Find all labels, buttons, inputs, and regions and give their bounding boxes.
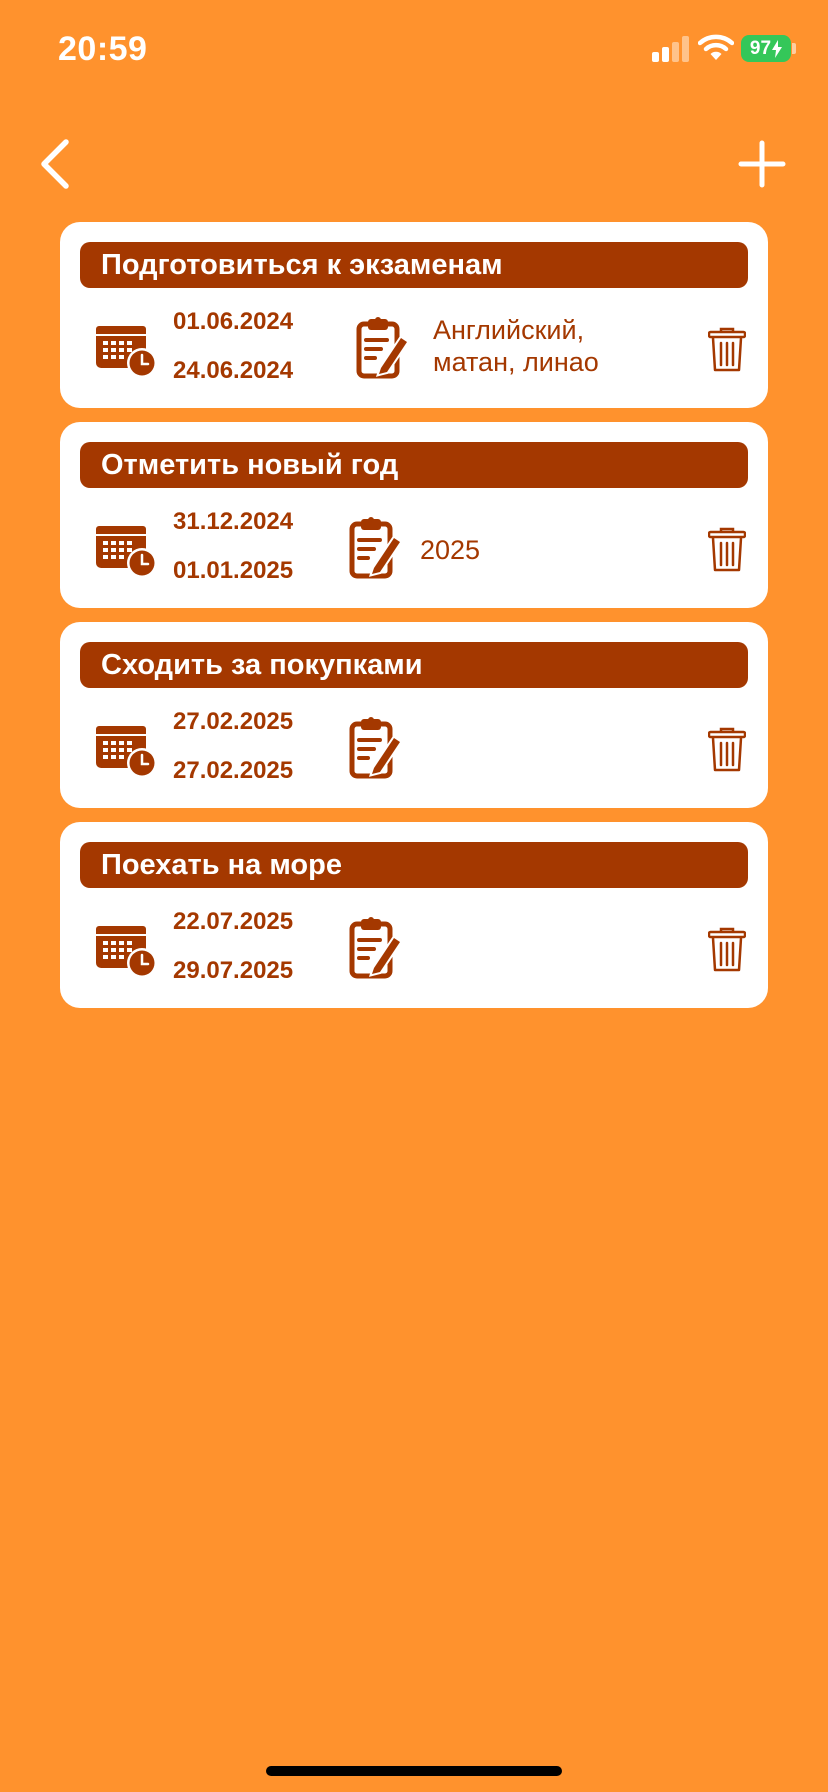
task-note: 2025 bbox=[420, 534, 480, 566]
task-title[interactable]: Поехать на море bbox=[80, 842, 748, 888]
battery-indicator: 97 bbox=[741, 35, 791, 62]
task-title[interactable]: Сходить за покупками bbox=[80, 642, 748, 688]
status-bar: 20:59 97 bbox=[0, 0, 828, 100]
calendar-clock-icon bbox=[96, 326, 157, 378]
end-date: 01.01.2025 bbox=[173, 557, 294, 584]
task-card[interactable]: Подготовиться к экзаменам 01.06.2024 24.… bbox=[60, 222, 768, 408]
cellular-signal-icon bbox=[652, 36, 689, 62]
status-time: 20:59 bbox=[58, 30, 148, 68]
clipboard-edit-icon bbox=[349, 517, 402, 579]
start-date: 27.02.2025 bbox=[173, 708, 294, 735]
calendar-clock-icon bbox=[96, 926, 157, 978]
clipboard-edit-icon bbox=[356, 317, 409, 379]
start-date: 31.12.2024 bbox=[173, 508, 294, 535]
calendar-clock-icon bbox=[96, 526, 157, 578]
date-range: 31.12.2024 01.01.2025 bbox=[173, 508, 293, 585]
clipboard-edit-icon bbox=[349, 717, 402, 779]
task-card[interactable]: Поехать на море 22.07.2025 29.07.2025 bbox=[60, 822, 768, 1008]
start-date: 22.07.2025 bbox=[173, 908, 294, 935]
date-range: 22.07.2025 29.07.2025 bbox=[173, 908, 293, 985]
task-title[interactable]: Отметить новый год bbox=[80, 442, 748, 488]
note-line-1: Английский, bbox=[433, 315, 585, 345]
wifi-icon bbox=[698, 34, 734, 60]
back-button[interactable] bbox=[36, 138, 76, 190]
task-card[interactable]: Сходить за покупками 27.02.2025 27.02.20… bbox=[60, 622, 768, 808]
plus-icon bbox=[738, 140, 786, 188]
delete-trash-icon[interactable] bbox=[708, 327, 746, 373]
task-title[interactable]: Подготовиться к экзаменам bbox=[80, 242, 748, 288]
end-date: 24.06.2024 bbox=[173, 357, 294, 384]
end-date: 27.02.2025 bbox=[173, 757, 294, 784]
charging-bolt-icon bbox=[772, 39, 783, 58]
note-line-1: 2025 bbox=[420, 535, 481, 565]
chevron-left-icon bbox=[41, 139, 69, 189]
note-line-2: матан, линао bbox=[433, 347, 599, 377]
add-task-button[interactable] bbox=[738, 140, 786, 188]
battery-level: 97 bbox=[749, 37, 772, 59]
calendar-clock-icon bbox=[96, 726, 157, 778]
battery-cap bbox=[792, 43, 796, 54]
end-date: 29.07.2025 bbox=[173, 957, 294, 984]
delete-trash-icon[interactable] bbox=[708, 527, 746, 573]
start-date: 01.06.2024 bbox=[173, 308, 294, 335]
task-note: Английский, матан, линао bbox=[433, 314, 599, 378]
delete-trash-icon[interactable] bbox=[708, 927, 746, 973]
date-range: 01.06.2024 24.06.2024 bbox=[173, 308, 293, 385]
delete-trash-icon[interactable] bbox=[708, 727, 746, 773]
task-card[interactable]: Отметить новый год 31.12.2024 01.01.2025 bbox=[60, 422, 768, 608]
date-range: 27.02.2025 27.02.2025 bbox=[173, 708, 293, 785]
clipboard-edit-icon bbox=[349, 917, 402, 979]
home-indicator bbox=[266, 1766, 562, 1776]
task-list: Подготовиться к экзаменам 01.06.2024 24.… bbox=[60, 222, 768, 1022]
